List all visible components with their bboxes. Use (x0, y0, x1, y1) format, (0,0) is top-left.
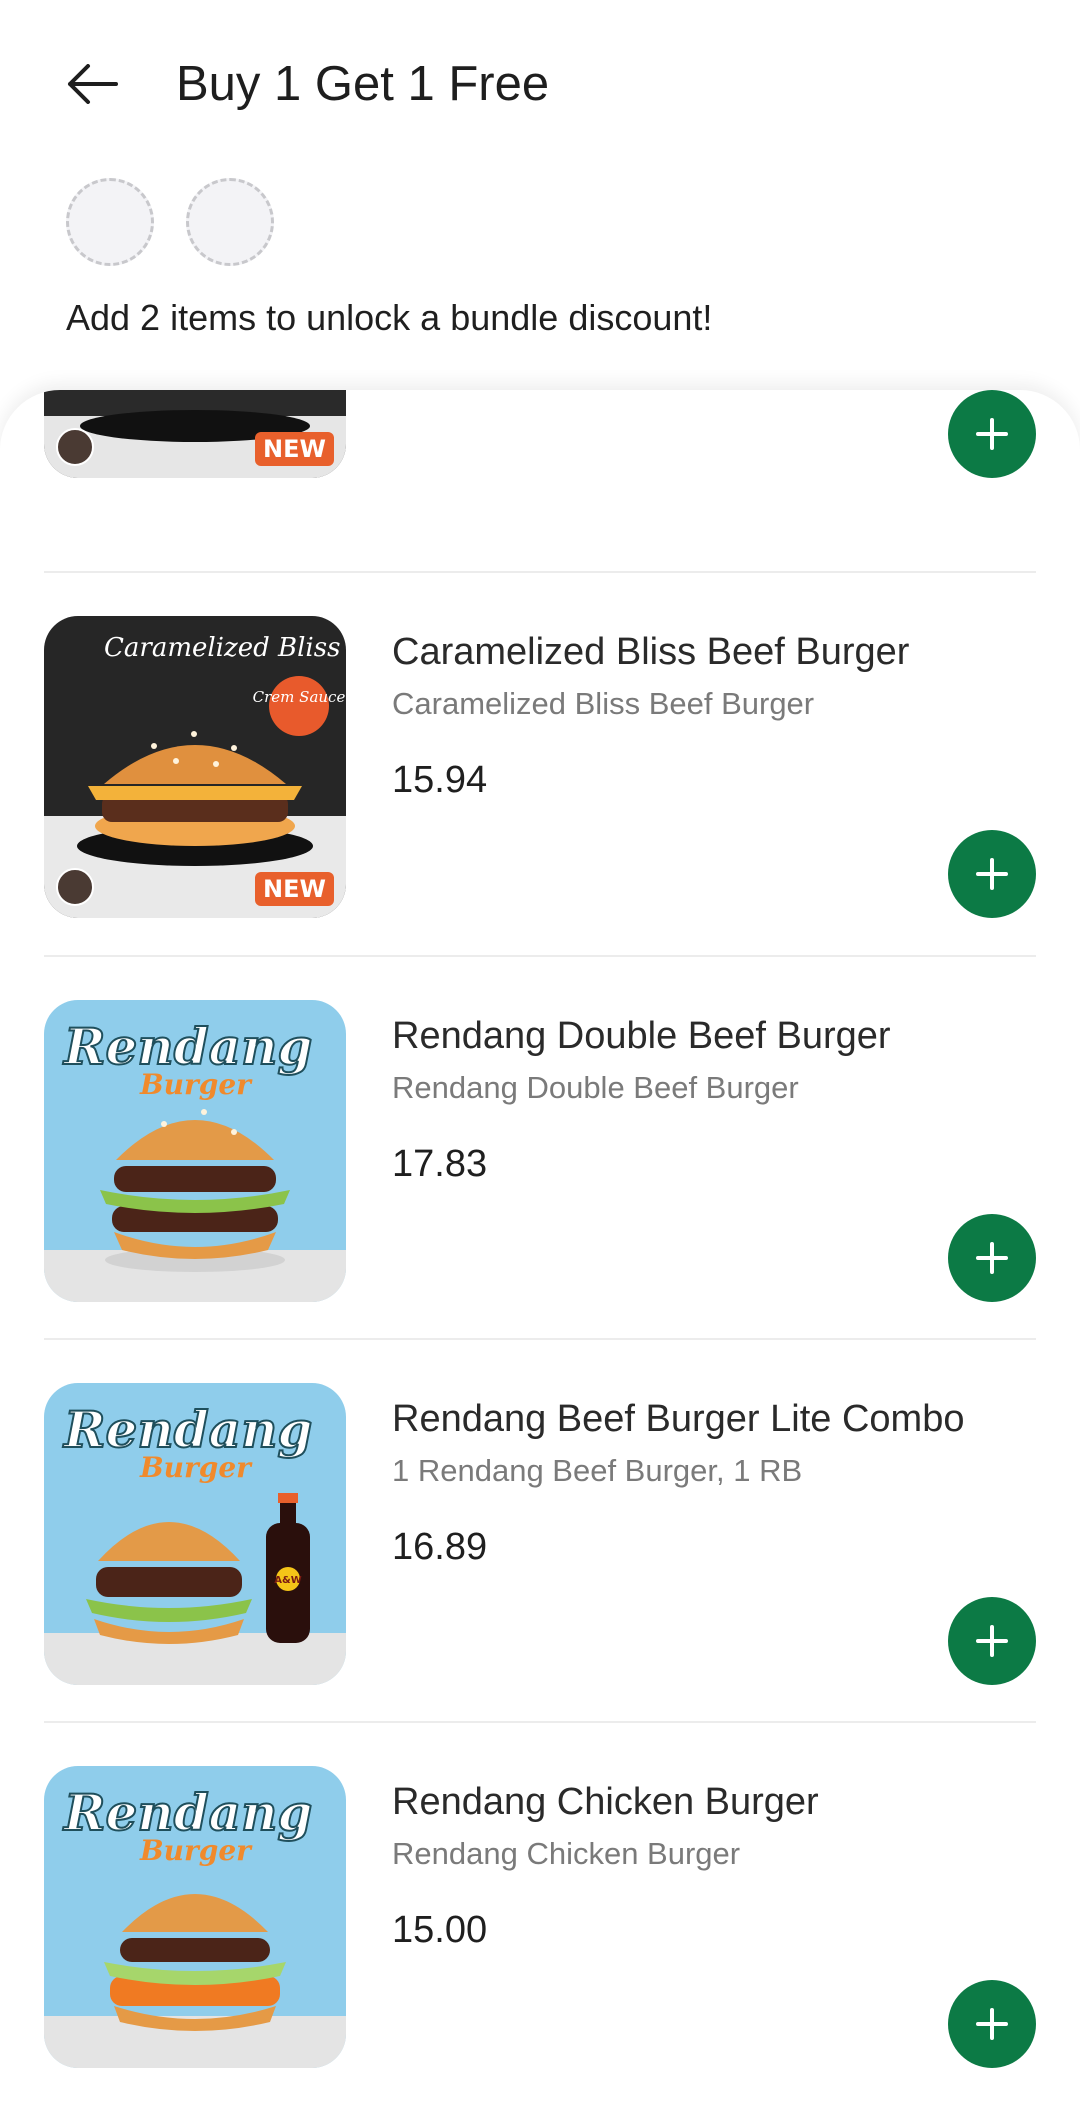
item-image: Rendang Burger (44, 1000, 346, 1302)
item-name: Rendang Double Beef Burger (392, 1015, 891, 1057)
item-price: 17.83 (392, 1143, 488, 1185)
item-description: 1 Rendang Beef Burger, 1 RB (392, 1453, 803, 1488)
divider (44, 1338, 1036, 1340)
page-title: Buy 1 Get 1 Free (176, 57, 550, 111)
new-badge: NEW (255, 872, 334, 906)
item-price: 16.89 (392, 1526, 488, 1568)
add-button[interactable] (948, 830, 1036, 918)
plus-icon (976, 1625, 1008, 1657)
image-tag: Crem Sauce (253, 688, 346, 706)
image-subtitle: Burger (139, 1834, 253, 1867)
item-name: Caramelized Bliss Beef Burger (392, 631, 910, 673)
plus-icon (976, 1242, 1008, 1274)
image-subtitle: Burger (139, 1451, 253, 1484)
bundle-message: Add 2 items to unlock a bundle discount! (66, 297, 713, 338)
beef-icon (56, 428, 94, 466)
divider (44, 571, 1036, 573)
beef-icon (56, 868, 94, 906)
drink-label: A&W (274, 1575, 302, 1586)
list-item[interactable]: A&W Rendang Burger Rendang Beef Burger L… (0, 1383, 1080, 1765)
add-button[interactable] (948, 1597, 1036, 1685)
item-image: Rendang Burger (44, 1766, 346, 2068)
item-description: Caramelized Bliss Beef Burger (392, 686, 815, 721)
arrow-left-icon (68, 64, 118, 104)
back-button[interactable] (60, 52, 124, 116)
divider (44, 1721, 1036, 1723)
item-description: Rendang Chicken Burger (392, 1836, 741, 1871)
image-subtitle: Burger (139, 1068, 253, 1101)
bundle-slot-1 (66, 178, 154, 266)
image-title: Caramelized Bliss (104, 633, 340, 663)
item-list-sheet[interactable]: NEW Crem Sauce Caramelized Bliss NEW Car… (0, 390, 1080, 2114)
add-button[interactable] (948, 1214, 1036, 1302)
list-item[interactable]: Crem Sauce Caramelized Bliss NEW Caramel… (0, 616, 1080, 998)
item-name: Rendang Chicken Burger (392, 1781, 819, 1823)
list-item[interactable]: Rendang Burger Rendang Double Beef Burge… (0, 1000, 1080, 1382)
item-name: Rendang Beef Burger Lite Combo (392, 1398, 965, 1440)
add-button[interactable] (948, 1980, 1036, 2068)
plus-icon (976, 2008, 1008, 2040)
item-image: NEW (44, 390, 346, 478)
new-badge: NEW (255, 432, 334, 466)
list-item[interactable]: Rendang Burger Rendang Chicken Burger Re… (0, 1766, 1080, 2114)
item-price: 15.00 (392, 1909, 488, 1951)
item-image: A&W Rendang Burger (44, 1383, 346, 1685)
header-area: Buy 1 Get 1 Free Add 2 items to unlock a… (0, 0, 1080, 400)
plus-icon (976, 418, 1008, 450)
divider (44, 955, 1036, 957)
plus-icon (976, 858, 1008, 890)
item-description: Rendang Double Beef Burger (392, 1070, 799, 1105)
bundle-slot-2 (186, 178, 274, 266)
add-button[interactable] (948, 390, 1036, 478)
item-price: 15.94 (392, 759, 488, 801)
item-image: Crem Sauce Caramelized Bliss NEW (44, 616, 346, 918)
list-item-partial[interactable]: NEW (0, 390, 1080, 518)
